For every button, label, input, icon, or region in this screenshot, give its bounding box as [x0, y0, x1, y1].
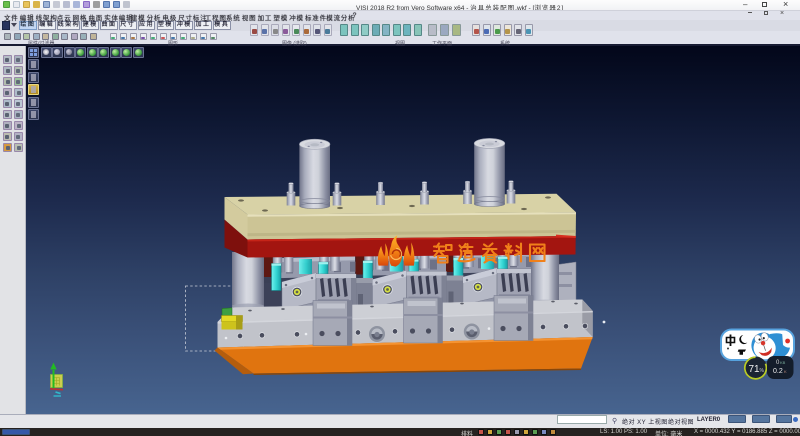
svg-text:%: %	[760, 368, 765, 374]
svg-text:0.2: 0.2	[773, 368, 783, 375]
svg-text:KB: KB	[780, 360, 786, 365]
svg-text:71: 71	[749, 364, 761, 375]
svg-text:K: K	[784, 369, 787, 374]
